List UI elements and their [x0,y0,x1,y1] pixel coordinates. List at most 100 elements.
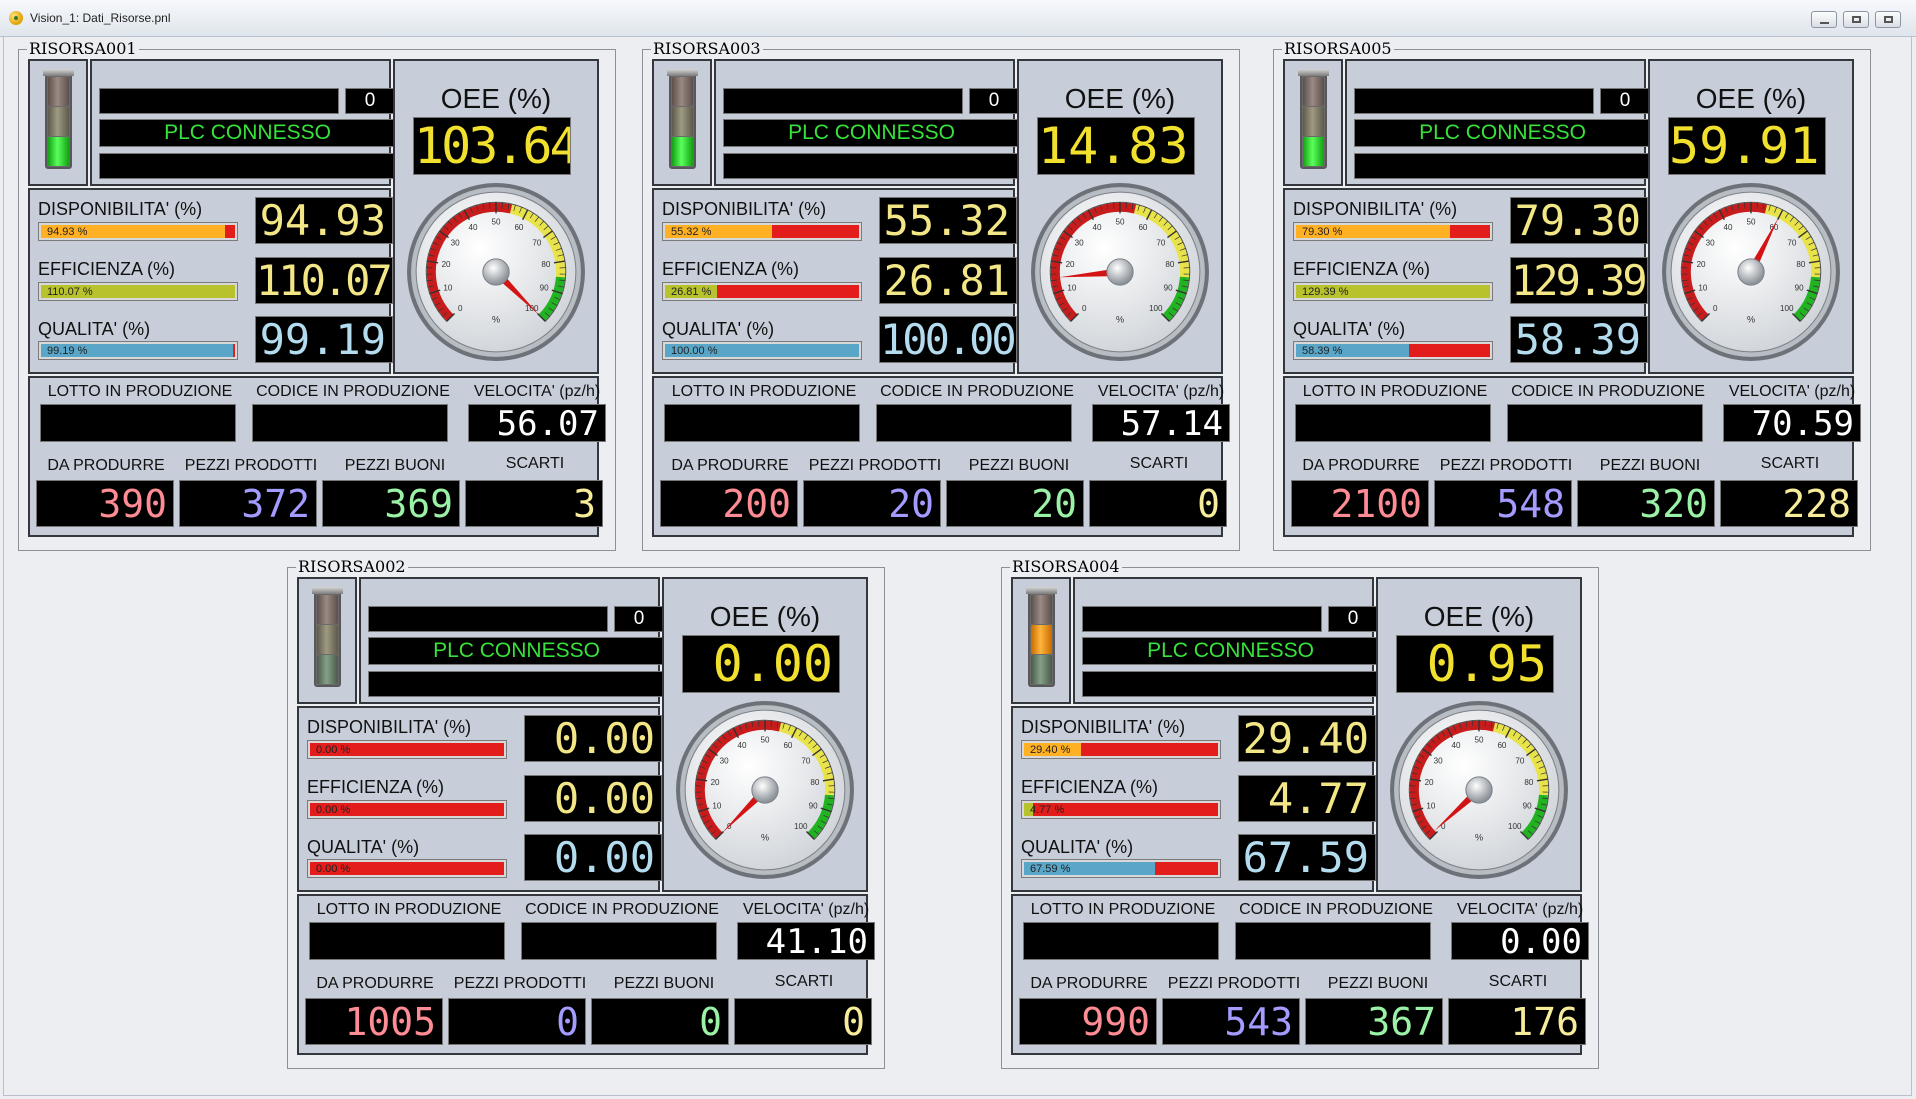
availability-value: 0.00 [524,715,662,762]
scrap-value: 228 [1720,480,1858,527]
quality-value: 99.19 [255,316,393,363]
window-titlebar: Vision_1: Dati_Risorse.pnl [0,0,1916,37]
oee-value: 59.91 [1668,117,1826,175]
stack-light-panel [28,59,88,186]
efficiency-value: 0.00 [524,775,662,822]
production-panel: LOTTO IN PRODUZIONE CODICE IN PRODUZIONE… [1011,894,1589,1055]
availability-value: 79.30 [1510,197,1648,244]
efficiency-label: EFFICIENZA (%) [1293,259,1431,279]
to-produce-label: DA PRODURRE [316,975,434,992]
speed-value: 70.59 [1723,404,1861,442]
efficiency-value: 110.07 [255,257,393,304]
availability-bar-label: 0.00 % [316,744,351,756]
efficiency-label: EFFICIENZA (%) [662,259,800,279]
code-field [252,404,448,442]
produced-pieces-value: 548 [1434,480,1572,527]
resource-panel-risorsa003: RISORSA003 0 PLC CONNESSO DISPONIBILITA'… [642,40,1240,551]
lot-label: LOTTO IN PRODUZIONE [47,383,233,400]
gauge-tick-label: 50 [1116,217,1125,226]
gauge-tick-label: 90 [1164,284,1173,293]
gauge-tick-label: 40 [1452,741,1461,750]
kpi-panel: DISPONIBILITA' (%) 29.40 % 29.40 EFFICIE… [1011,706,1376,892]
speed-label: VELOCITA' (pz/h) [1456,901,1584,918]
quality-value: 58.39 [1510,316,1648,363]
efficiency-bar-label: 0.00 % [316,804,351,816]
efficiency-bar-label: 110.07 % [47,286,93,298]
gauge-hub [751,776,779,804]
gauge-tick-label: 40 [738,741,747,750]
oee-value: 0.95 [1396,635,1554,693]
gauge-tick-label: 60 [514,223,523,232]
oee-gauge: 0102030405060708090100% [676,701,854,879]
gauge-tick-label: 20 [1066,260,1075,269]
to-produce-label: DA PRODURRE [671,457,789,474]
to-produce-label: DA PRODURRE [47,457,165,474]
produced-pieces-value: 543 [1162,998,1300,1045]
gauge-tick-label: 80 [1165,260,1174,269]
plc-connection-status: PLC CONNESSO [1354,119,1651,147]
gauge-unit-label: % [1747,315,1755,325]
status-count: 0 [1600,88,1650,114]
good-pieces-label: PEZZI BUONI [344,457,446,474]
close-button[interactable] [1875,11,1901,28]
status-message-field [1354,88,1594,114]
scrap-label: SCARTI [1488,973,1548,990]
quality-bar: 100.00 % [662,341,862,360]
oee-gauge: 0102030405060708090100% [1390,701,1568,879]
quality-label: QUALITA' (%) [307,837,420,857]
lot-label: LOTTO IN PRODUZIONE [1030,901,1216,918]
quality-bar-label: 0.00 % [316,863,351,875]
good-pieces-value: 320 [1577,480,1715,527]
resource-title: RISORSA002 [296,557,408,576]
good-pieces-value: 369 [322,480,460,527]
availability-bar-label: 94.93 % [47,226,88,238]
stack-light-panel [652,59,712,186]
restore-button[interactable] [1843,11,1869,28]
quality-label: QUALITA' (%) [38,319,151,339]
gauge-hub [1106,258,1134,286]
status-count: 0 [345,88,395,114]
efficiency-value: 26.81 [879,257,1017,304]
speed-value: 41.10 [737,922,875,960]
gauge-tick-label: 20 [1425,778,1434,787]
gauge-tick-label: 20 [1697,260,1706,269]
gauge-tick-label: 100 [794,822,808,831]
availability-label: DISPONIBILITA' (%) [307,717,472,737]
speed-label: VELOCITA' (pz/h) [1728,383,1856,400]
oee-gauge: 0102030405060708090100% [1031,183,1209,361]
scrap-value: 0 [1089,480,1227,527]
speed-value: 0.00 [1451,922,1589,960]
resource-title: RISORSA005 [1282,39,1394,58]
minimize-button[interactable] [1811,11,1837,28]
efficiency-value: 4.77 [1238,775,1376,822]
to-produce-value: 990 [1019,998,1157,1045]
scrap-label: SCARTI [1760,455,1820,472]
code-label: CODICE IN PRODUZIONE [525,901,719,918]
oee-label: OEE (%) [440,83,552,114]
gauge-tick-label: 10 [1698,284,1707,293]
resource-title: RISORSA004 [1010,557,1122,576]
status-detail-field [368,671,665,697]
availability-bar: 29.40 % [1021,740,1221,759]
lot-field [1295,404,1491,442]
oee-panel: OEE (%) 59.91 0102030405060708090100% [1648,59,1854,374]
quality-bar-label: 67.59 % [1030,863,1071,875]
status-detail-field [99,153,396,179]
stack-light-icon [43,69,74,169]
production-panel: LOTTO IN PRODUZIONE CODICE IN PRODUZIONE… [1283,376,1861,537]
gauge-tick-label: 10 [1426,802,1435,811]
stack-light-icon [1298,69,1329,169]
gauge-tick-label: 40 [469,223,478,232]
efficiency-bar: 4.77 % [1021,800,1221,819]
efficiency-label: EFFICIENZA (%) [1021,777,1159,797]
gauge-tick-label: 80 [1796,260,1805,269]
gauge-tick-label: 70 [1156,238,1165,247]
stack-light-panel [297,577,357,704]
gauge-tick-label: 90 [540,284,549,293]
gauge-tick-label: 0 [1082,304,1087,313]
gauge-tick-label: 90 [809,802,818,811]
availability-bar-label: 79.30 % [1302,226,1343,238]
gauge-tick-label: 50 [492,217,501,226]
lot-label: LOTTO IN PRODUZIONE [671,383,857,400]
produced-pieces-label: PEZZI PRODOTTI [453,975,587,992]
